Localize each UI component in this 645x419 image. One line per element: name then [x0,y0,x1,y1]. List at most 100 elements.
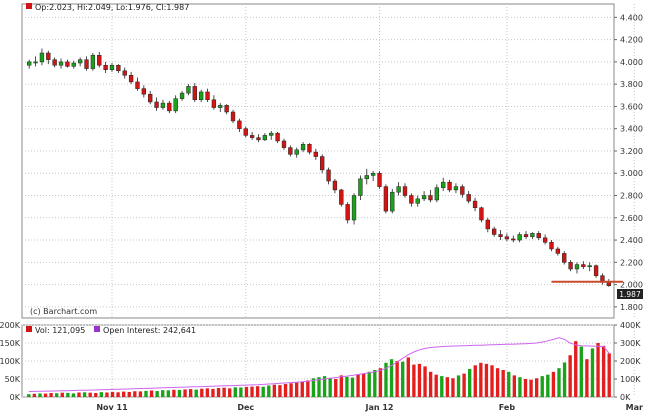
volume-bar [27,394,31,397]
volume-bar [88,392,92,397]
volume-bar [501,370,505,397]
volume-bar [239,387,243,397]
volume-bar [295,382,299,397]
candle-body [504,236,510,240]
candle-body [237,120,242,129]
candle-body [141,88,146,95]
volume-bar [32,393,37,397]
volume-bar [289,383,293,397]
candle-body [574,264,580,270]
candle-body [453,186,459,191]
volume-bar [38,393,42,397]
volume-bar [406,357,410,397]
price-tick-label: 3.200 [620,147,643,156]
price-tick-label: 2.600 [620,214,643,223]
volume-bar [144,390,148,397]
volume-bar [188,389,193,397]
candle-body [160,102,166,108]
candle-body [148,93,153,103]
candle-body [460,186,465,195]
price-tick-label: 3.000 [620,169,643,178]
date-tick-label: Dec [237,403,254,412]
candle-body [313,151,318,157]
candle-body [249,135,255,138]
volume-bar [585,359,589,397]
volume-bar [216,388,221,397]
volume-bar [479,362,483,397]
candle-body [109,64,115,70]
volume-bar [562,362,567,397]
price-tick-label: 2.200 [620,258,643,267]
date-tick-label: Mar [626,403,643,412]
candle-body [173,98,178,112]
volume-swatch [26,326,32,332]
volume-bar [512,375,517,397]
volume-bar [49,393,53,397]
price-tick-label: 4.200 [620,36,643,45]
volume-bar [462,373,466,397]
candle-body [523,234,529,237]
volume-bar [82,392,87,397]
volume-bar [540,376,544,397]
candle-body [581,264,586,268]
volume-tick-label: 0K [10,393,21,402]
volume-bar [138,391,143,397]
volume-bar [133,391,137,397]
last-price-value: 1.987 [619,290,641,299]
date-axis: Nov 11DecJan 12FebMarApr [96,403,643,412]
open-interest-tick-label: 400K [620,321,641,330]
volume-bar [529,379,533,397]
candle-body [116,64,121,72]
volume-bar [334,379,338,397]
open-interest-tick-label: 0K [620,393,631,402]
volume-bar [495,368,500,397]
volume-bar [428,371,433,397]
volume-bar [328,377,332,397]
volume-bar [451,378,455,397]
volume-bar [155,391,159,397]
volume-bar [194,389,198,397]
volume-bar [283,384,288,397]
candle-body [562,253,567,263]
volume-bar [339,375,343,397]
candle-body [428,195,433,201]
volume-bar [255,386,260,397]
candle-body [46,52,51,60]
price-tick-label: 2.000 [620,281,643,290]
volume-bar [311,378,316,397]
candle-body [84,59,89,69]
candle-body [326,169,331,182]
volume-bar [278,385,282,397]
volume-bar [468,368,472,397]
volume-bar [172,389,176,397]
candle-body [179,92,185,99]
volume-bar [534,378,539,397]
volume-bar [590,348,595,397]
candle-body [27,61,32,66]
candle-body [364,175,369,180]
price-tick-label: 3.400 [620,125,643,134]
candle-body [421,195,427,200]
volume-bar [183,389,187,397]
candle-body [192,86,197,101]
volume-bar [367,371,371,397]
candle-body [339,189,344,205]
candle-body [606,282,611,286]
price-tick-label: 3.600 [620,102,643,111]
price-tick-label: 2.400 [620,236,643,245]
date-tick-label: Feb [499,403,516,412]
candle-body [122,70,127,76]
candle-body [587,265,592,268]
price-tick-label: 2.800 [620,192,643,201]
candle-body [211,99,217,108]
date-tick-label: Nov 11 [96,403,128,412]
volume-bar [60,392,64,397]
volume-bar [205,388,210,397]
volume-bar [300,381,304,397]
candle-body [492,228,497,235]
candle-body [485,219,490,230]
candle-body [218,105,223,108]
ohlc-legend-text: Op:2.023, Hi:2.049, Lo:1.976, Cl:1.987 [35,3,189,12]
volume-bar [378,368,383,397]
volume-bar [222,387,226,397]
